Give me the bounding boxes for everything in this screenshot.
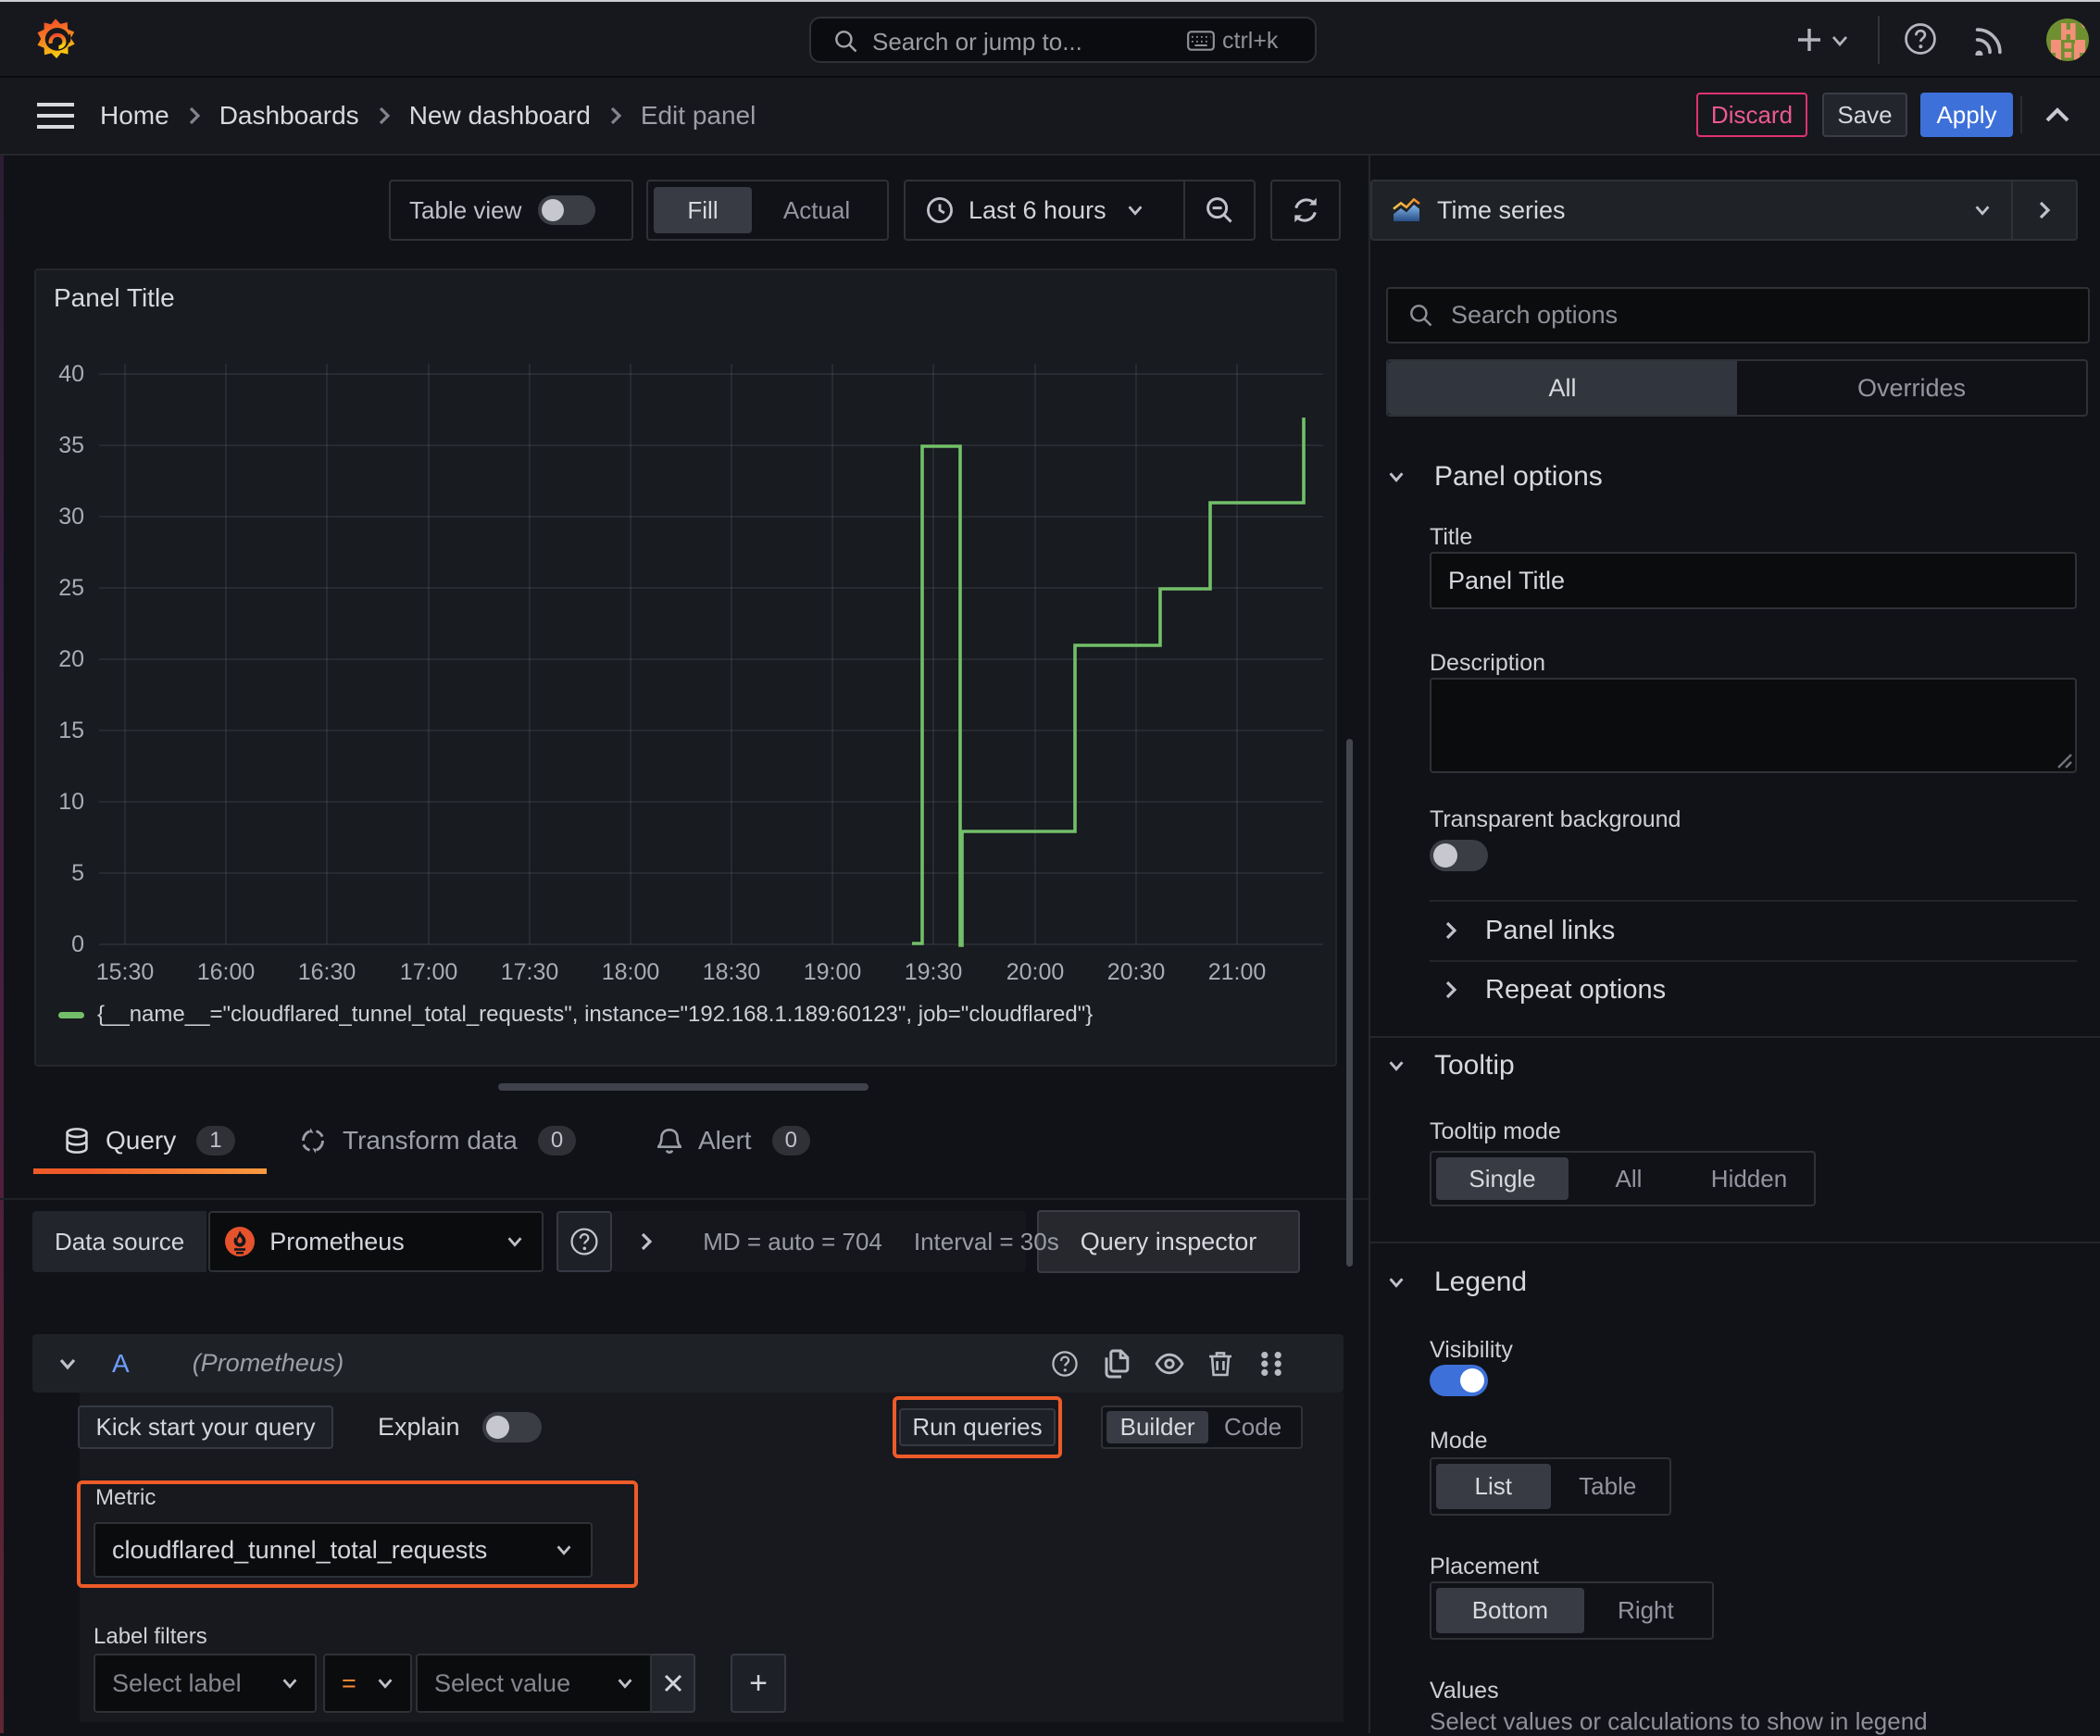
svg-text:19:30: 19:30 <box>905 959 963 985</box>
svg-text:19:00: 19:00 <box>804 959 862 985</box>
svg-text:17:30: 17:30 <box>501 959 559 985</box>
svg-text:10: 10 <box>58 789 84 815</box>
svg-text:17:00: 17:00 <box>400 959 458 985</box>
svg-text:15:30: 15:30 <box>96 959 155 985</box>
svg-text:30: 30 <box>58 504 84 530</box>
svg-text:40: 40 <box>58 361 84 387</box>
svg-text:20: 20 <box>58 646 84 672</box>
svg-text:20:30: 20:30 <box>1107 959 1166 985</box>
svg-text:25: 25 <box>58 575 84 601</box>
svg-text:5: 5 <box>71 860 84 886</box>
svg-text:15: 15 <box>58 718 84 743</box>
svg-text:21:00: 21:00 <box>1208 959 1267 985</box>
svg-text:35: 35 <box>58 432 84 458</box>
svg-text:0: 0 <box>71 931 84 957</box>
svg-text:18:00: 18:00 <box>602 959 660 985</box>
svg-text:20:00: 20:00 <box>1006 959 1065 985</box>
svg-text:16:00: 16:00 <box>197 959 256 985</box>
svg-text:18:30: 18:30 <box>703 959 761 985</box>
svg-text:16:30: 16:30 <box>298 959 356 985</box>
